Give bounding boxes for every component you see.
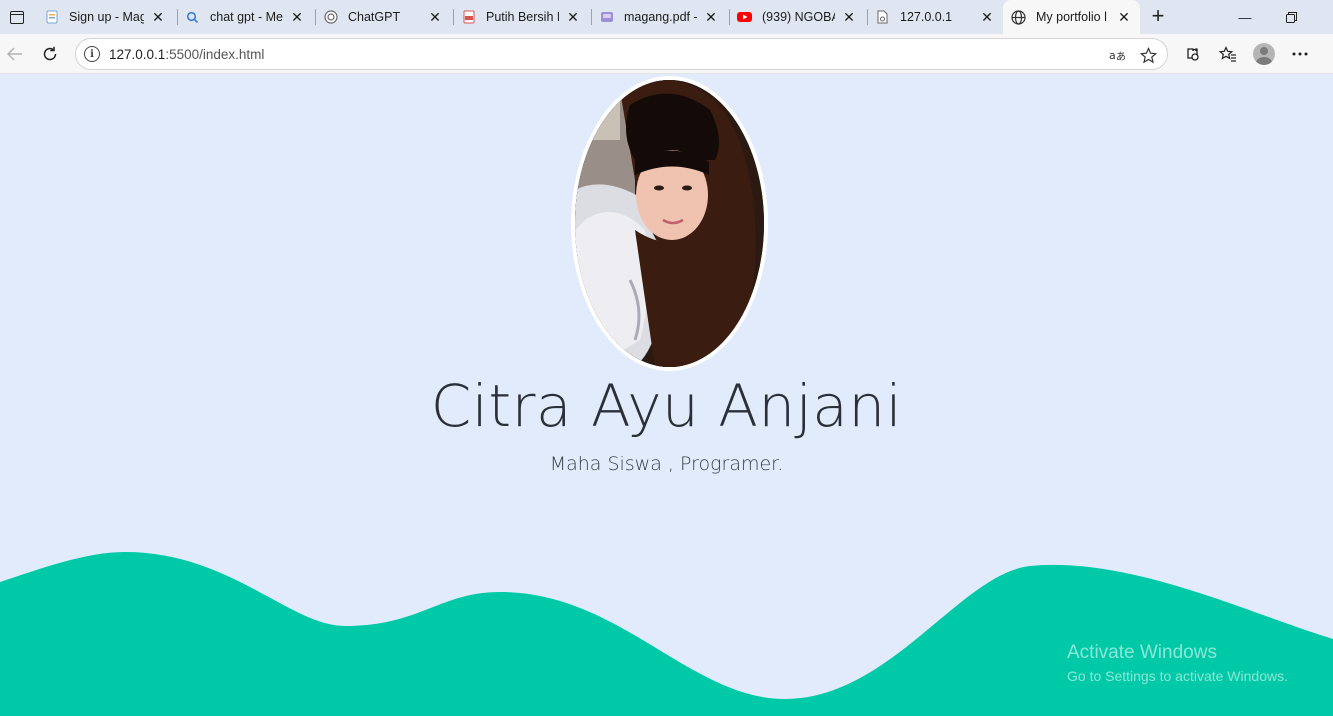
browser-toolbar: i 127.0.0.1:5500/index.html aあ — [0, 34, 1333, 94]
tab-sign-up[interactable]: Sign up - Mag ✕ — [36, 4, 174, 30]
tab-title: chat gpt - Mer — [210, 10, 283, 24]
tab-my-portfolio[interactable]: My portfolio l ✕ — [1003, 0, 1140, 34]
back-button[interactable] — [0, 39, 30, 69]
windows-activation-watermark: Activate Windows Go to Settings to activ… — [1067, 642, 1288, 684]
profile-name: Citra Ayu Anjani — [430, 372, 903, 440]
profile-avatar-icon[interactable] — [1253, 43, 1275, 65]
tab-title: magang.pdf - — [624, 10, 697, 24]
svg-text:あ: あ — [1116, 51, 1126, 62]
extensions-icon[interactable] — [1180, 42, 1204, 66]
tab-chat-gpt-search[interactable]: chat gpt - Mer ✕ — [177, 4, 313, 30]
favorites-icon[interactable] — [1216, 42, 1240, 66]
translate-icon[interactable]: aあ — [1106, 44, 1128, 66]
portfolio-page: Citra Ayu Anjani Maha Siswa , Programer.… — [0, 74, 1333, 716]
favorite-star-icon[interactable] — [1137, 44, 1159, 66]
profile-photo — [571, 76, 768, 371]
restore-button[interactable] — [1268, 0, 1314, 34]
decorative-wave — [0, 552, 1333, 716]
document-favicon-icon — [44, 10, 59, 25]
restore-icon — [1285, 11, 1297, 23]
svg-text:a: a — [1109, 49, 1116, 62]
plus-icon: + — [1151, 3, 1165, 28]
tab-title: ChatGPT — [348, 10, 401, 24]
watermark-title: Activate Windows — [1067, 642, 1217, 663]
tab-youtube[interactable]: (939) NGOBAF ✕ — [729, 4, 865, 30]
reload-icon — [43, 46, 57, 61]
site-info-icon[interactable]: i — [84, 46, 100, 62]
chatgpt-icon — [323, 10, 338, 25]
tab-title: Putih Bersih M — [486, 10, 559, 24]
tab-putih-bersih[interactable]: Putih Bersih M ✕ — [453, 4, 589, 30]
youtube-icon — [737, 10, 752, 25]
minimize-button[interactable]: — — [1222, 0, 1268, 34]
close-icon[interactable]: ✕ — [289, 9, 305, 25]
file-icon — [875, 10, 890, 25]
tab-actions-button[interactable] — [0, 0, 34, 34]
minimize-icon: — — [1238, 9, 1252, 25]
url-text: 127.0.0.1:5500/index.html — [109, 47, 264, 62]
close-icon[interactable]: ✕ — [1116, 9, 1132, 25]
globe-icon — [1011, 9, 1026, 25]
tab-title: (939) NGOBAF — [762, 10, 835, 24]
tab-title: 127.0.0.1 — [900, 10, 953, 24]
tab-localhost[interactable]: 127.0.0.1 ✕ — [867, 4, 1003, 30]
watermark-subtitle: Go to Settings to activate Windows. — [1067, 668, 1288, 684]
tab-title: Sign up - Mag — [69, 10, 144, 24]
close-icon[interactable]: ✕ — [427, 9, 443, 25]
close-window-button[interactable] — [1314, 0, 1333, 34]
back-arrow-icon — [7, 47, 22, 61]
pdf-icon — [461, 10, 476, 25]
close-icon[interactable]: ✕ — [565, 9, 581, 25]
url-host: 127.0.0.1 — [109, 47, 166, 62]
tab-strip: Sign up - Mag ✕ chat gpt - Mer ✕ ChatGPT… — [0, 0, 1333, 34]
close-icon[interactable]: ✕ — [150, 9, 166, 25]
tab-title: My portfolio l — [1036, 10, 1107, 24]
profile-tagline: Maha Siswa , Programer. — [549, 453, 784, 475]
new-tab-button[interactable]: + — [1146, 3, 1170, 28]
search-icon — [185, 10, 200, 25]
more-options-icon[interactable] — [1288, 42, 1312, 66]
tab-magang-pdf[interactable]: magang.pdf - ✕ — [591, 4, 727, 30]
tab-actions-icon — [10, 10, 24, 24]
close-icon[interactable]: ✕ — [841, 9, 857, 25]
document-icon — [599, 10, 614, 25]
tab-chatgpt[interactable]: ChatGPT ✕ — [315, 4, 451, 30]
reload-button[interactable] — [35, 39, 65, 69]
profile-photo-image — [575, 80, 764, 367]
close-icon[interactable]: ✕ — [703, 9, 719, 25]
close-icon[interactable]: ✕ — [979, 9, 995, 25]
url-path: :5500/index.html — [165, 47, 265, 62]
address-bar[interactable]: i 127.0.0.1:5500/index.html aあ — [75, 38, 1168, 70]
